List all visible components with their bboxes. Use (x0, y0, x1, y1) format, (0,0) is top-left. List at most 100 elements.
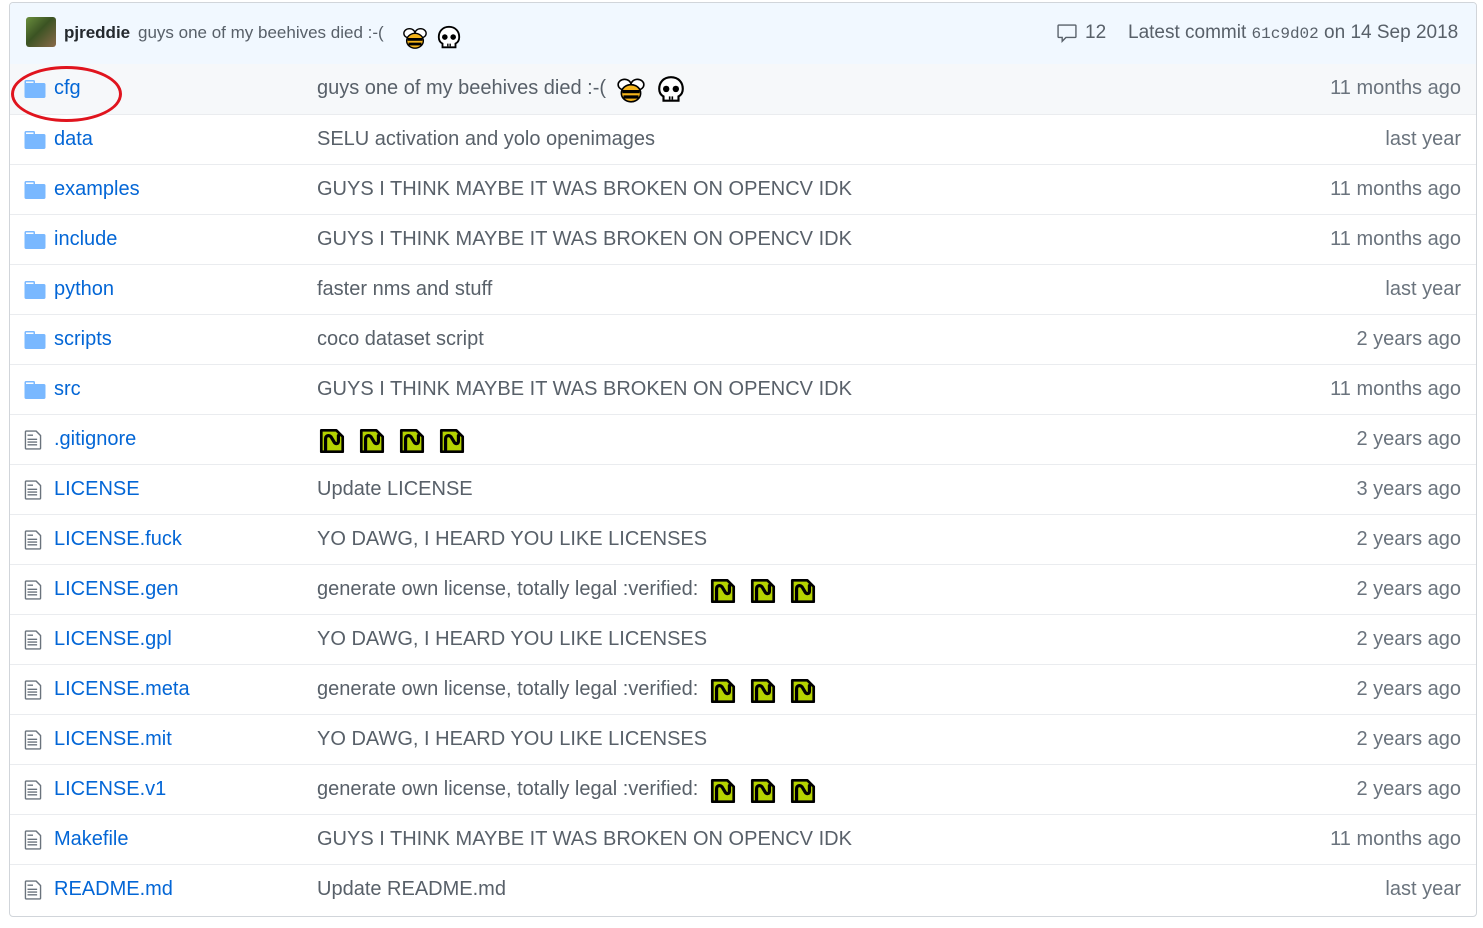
comment-count[interactable]: 12 (1085, 22, 1106, 44)
file-name-link[interactable]: LICENSE.gen (54, 578, 179, 601)
file-name-link[interactable]: include (54, 228, 117, 251)
file-row: examples GUYS I THINK MAYBE IT WAS BROKEN… (10, 164, 1476, 214)
commit-age: 2 years ago (1356, 528, 1461, 550)
file-list-container: pjreddie guys one of my beehives died :-… (9, 2, 1477, 917)
file-icon (24, 529, 42, 556)
file-row: LICENSE Update LICENSE 3 years ago (10, 464, 1476, 514)
verified-emoji (708, 576, 738, 611)
commit-message-link[interactable]: Update LICENSE (317, 478, 473, 501)
commit-age: 2 years ago (1356, 628, 1461, 650)
latest-commit-info: Latest commit 61c9d02 on 14 Sep 2018 (1128, 22, 1458, 44)
file-row: python faster nms and stuff last year (10, 264, 1476, 314)
file-row: LICENSE.fuck YO DAWG, I HEARD YOU LIKE LI… (10, 514, 1476, 564)
folder-icon (24, 131, 46, 154)
commit-age: 11 months ago (1330, 228, 1461, 250)
commit-age: 3 years ago (1356, 478, 1461, 500)
commit-message-link[interactable]: YO DAWG, I HEARD YOU LIKE LICENSES (317, 628, 707, 651)
file-name-link[interactable]: cfg (54, 77, 81, 100)
verified-emoji (357, 426, 387, 461)
file-icon (24, 629, 42, 656)
commit-age: 2 years ago (1356, 778, 1461, 800)
file-name-link[interactable]: Makefile (54, 828, 128, 851)
file-icon (24, 779, 42, 806)
folder-icon (24, 331, 46, 354)
commit-message-link[interactable]: guys one of my beehives died :-( (317, 77, 606, 100)
file-name-link[interactable]: LICENSE.gpl (54, 628, 172, 651)
file-icon (24, 729, 42, 756)
bee-emoji (616, 75, 646, 110)
verified-emoji (708, 776, 738, 811)
file-name-link[interactable]: scripts (54, 328, 112, 351)
commit-age: 2 years ago (1356, 678, 1461, 700)
commit-author-link[interactable]: pjreddie (64, 23, 130, 43)
commit-age: last year (1385, 278, 1461, 300)
commit-age: 2 years ago (1356, 328, 1461, 350)
skull-emoji (436, 25, 462, 56)
file-name-link[interactable]: LICENSE (54, 478, 140, 501)
commit-age: last year (1385, 128, 1461, 150)
author-avatar[interactable] (26, 17, 56, 47)
commit-sha-link[interactable]: 61c9d02 (1252, 25, 1319, 43)
commit-message-link[interactable]: Update README.md (317, 878, 506, 901)
comment-icon[interactable] (1056, 23, 1078, 45)
file-name-link[interactable]: .gitignore (54, 428, 136, 451)
file-row: LICENSE.meta generate own license, totall… (10, 664, 1476, 714)
commit-message-link[interactable]: GUYS I THINK MAYBE IT WAS BROKEN ON OPEN… (317, 178, 852, 201)
commit-age: 2 years ago (1356, 728, 1461, 750)
file-row: LICENSE.gpl YO DAWG, I HEARD YOU LIKE LIC… (10, 614, 1476, 664)
commit-message-link[interactable]: guys one of my beehives died :-( (138, 23, 384, 43)
commit-message-link[interactable]: faster nms and stuff (317, 278, 492, 301)
commit-message-link[interactable]: YO DAWG, I HEARD YOU LIKE LICENSES (317, 528, 707, 551)
folder-icon (24, 80, 46, 103)
file-name-link[interactable]: examples (54, 178, 140, 201)
file-name-link[interactable]: LICENSE.v1 (54, 778, 166, 801)
verified-emoji (788, 776, 818, 811)
commit-age: last year (1385, 878, 1461, 900)
commit-message-link[interactable]: GUYS I THINK MAYBE IT WAS BROKEN ON OPEN… (317, 378, 852, 401)
commit-message-link[interactable]: coco dataset script (317, 328, 484, 351)
verified-emoji (317, 426, 347, 461)
file-icon (24, 479, 42, 506)
file-row: data SELU activation and yolo openimages l… (10, 114, 1476, 164)
file-row: README.md Update README.md last year (10, 864, 1476, 914)
file-name-link[interactable]: LICENSE.mit (54, 728, 172, 751)
file-row: src GUYS I THINK MAYBE IT WAS BROKEN ON O… (10, 364, 1476, 414)
folder-icon (24, 381, 46, 404)
file-name-link[interactable]: python (54, 278, 114, 301)
commit-age: 2 years ago (1356, 578, 1461, 600)
commit-message-link[interactable]: GUYS I THINK MAYBE IT WAS BROKEN ON OPEN… (317, 828, 852, 851)
file-row: LICENSE.mit YO DAWG, I HEARD YOU LIKE LIC… (10, 714, 1476, 764)
commit-age: 11 months ago (1330, 77, 1461, 99)
file-row: LICENSE.gen generate own license, totally… (10, 564, 1476, 614)
commit-message-link[interactable]: GUYS I THINK MAYBE IT WAS BROKEN ON OPEN… (317, 228, 852, 251)
verified-emoji (708, 676, 738, 711)
file-row: scripts coco dataset script 2 years ago (10, 314, 1476, 364)
verified-emoji (748, 776, 778, 811)
file-row: LICENSE.v1 generate own license, totally … (10, 764, 1476, 814)
file-icon (24, 829, 42, 856)
verified-emoji (788, 576, 818, 611)
commit-message-link[interactable]: YO DAWG, I HEARD YOU LIKE LICENSES (317, 728, 707, 751)
commit-age: 2 years ago (1356, 428, 1461, 450)
commit-message-link[interactable]: generate own license, totally legal :ver… (317, 678, 698, 701)
file-name-link[interactable]: LICENSE.meta (54, 678, 190, 701)
latest-commit-label: Latest commit (1128, 22, 1247, 43)
file-icon (24, 579, 42, 606)
latest-commit-bar: pjreddie guys one of my beehives died :-… (10, 3, 1476, 65)
commit-message-link[interactable]: generate own license, totally legal :ver… (317, 578, 698, 601)
folder-icon (24, 181, 46, 204)
file-name-link[interactable]: LICENSE.fuck (54, 528, 182, 551)
commit-age: 11 months ago (1330, 828, 1461, 850)
commit-date: on 14 Sep 2018 (1324, 22, 1459, 43)
folder-icon (24, 281, 46, 304)
verified-emoji (748, 676, 778, 711)
commit-message-link[interactable]: generate own license, totally legal :ver… (317, 778, 698, 801)
file-name-link[interactable]: data (54, 128, 93, 151)
bee-emoji (402, 25, 428, 56)
verified-emoji (437, 426, 467, 461)
file-name-link[interactable]: src (54, 378, 81, 401)
commit-message-link[interactable]: SELU activation and yolo openimages (317, 128, 655, 151)
file-name-link[interactable]: README.md (54, 878, 173, 901)
skull-emoji (656, 75, 686, 110)
commit-age: 11 months ago (1330, 378, 1461, 400)
